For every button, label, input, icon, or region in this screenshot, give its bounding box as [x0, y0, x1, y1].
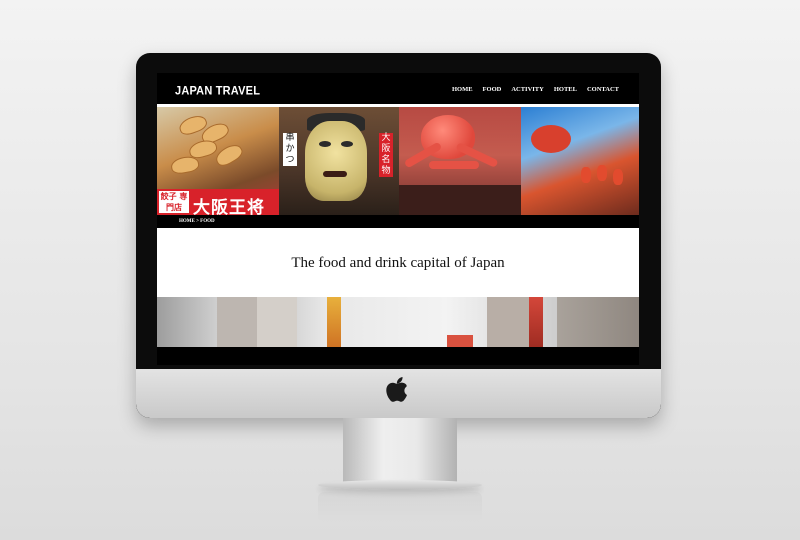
building: [217, 297, 257, 347]
restaurant-sign-text: 大阪王将: [193, 198, 265, 215]
crab-sign: [531, 125, 571, 153]
kushikatsu-sign: 串かつ: [283, 133, 297, 166]
website-screen: JAPAN TRAVEL HOME FOOD ACTIVITY HOTEL CO…: [157, 73, 639, 365]
monitor-base: [318, 480, 482, 490]
meibutsu-sign: 大阪名物: [379, 133, 393, 177]
hero-photo-octopus: [399, 107, 521, 215]
statue-eye: [341, 141, 353, 147]
top-navigation: JAPAN TRAVEL HOME FOOD ACTIVITY HOTEL CO…: [157, 73, 639, 106]
building: [557, 297, 639, 347]
building: [157, 297, 217, 347]
imac-monitor: JAPAN TRAVEL HOME FOOD ACTIVITY HOTEL CO…: [136, 53, 661, 418]
neon-sign: [529, 297, 543, 347]
apple-logo-icon: [386, 377, 407, 402]
statue-face: [305, 121, 367, 201]
hero-photo-gyoza: 大阪王将 餃子 専門店: [157, 107, 279, 215]
building: [257, 297, 297, 347]
nav-activity[interactable]: ACTIVITY: [511, 86, 544, 93]
nav-hotel[interactable]: HOTEL: [554, 86, 577, 93]
nav-food[interactable]: FOOD: [483, 86, 502, 93]
statue-mouth: [323, 171, 347, 177]
nav-menu: HOME FOOD ACTIVITY HOTEL CONTACT: [452, 86, 619, 93]
nav-contact[interactable]: CONTACT: [587, 86, 619, 93]
hero-banner: 大阪王将 餃子 専門店 串かつ 大阪名物: [157, 107, 639, 215]
statue-eye: [319, 141, 331, 147]
monitor-chin: [136, 369, 661, 418]
gyoza-shape: [169, 154, 201, 176]
content-section: The food and drink capital of Japan: [157, 228, 639, 297]
hero-photo-street: [521, 107, 639, 215]
stand-reflection: [318, 492, 482, 522]
page-headline: The food and drink capital of Japan: [291, 255, 505, 271]
nav-home[interactable]: HOME: [452, 86, 473, 93]
neon-sign: [327, 297, 341, 347]
monitor-stand: [343, 418, 457, 488]
lantern: [613, 169, 623, 185]
breadcrumb[interactable]: HOME > FOOD: [179, 219, 215, 224]
lantern: [597, 165, 607, 181]
gyoza-shop-sign: 餃子 専門店: [159, 191, 189, 213]
red-sign: [447, 335, 473, 347]
lantern: [581, 167, 591, 183]
site-logo[interactable]: JAPAN TRAVEL: [175, 84, 260, 97]
street-photo: [157, 297, 639, 347]
hero-photo-kuidaore: 串かつ 大阪名物: [279, 107, 399, 215]
shopfront: [399, 185, 521, 215]
tentacle-shape: [429, 161, 479, 169]
gyoza-shape: [212, 141, 246, 169]
